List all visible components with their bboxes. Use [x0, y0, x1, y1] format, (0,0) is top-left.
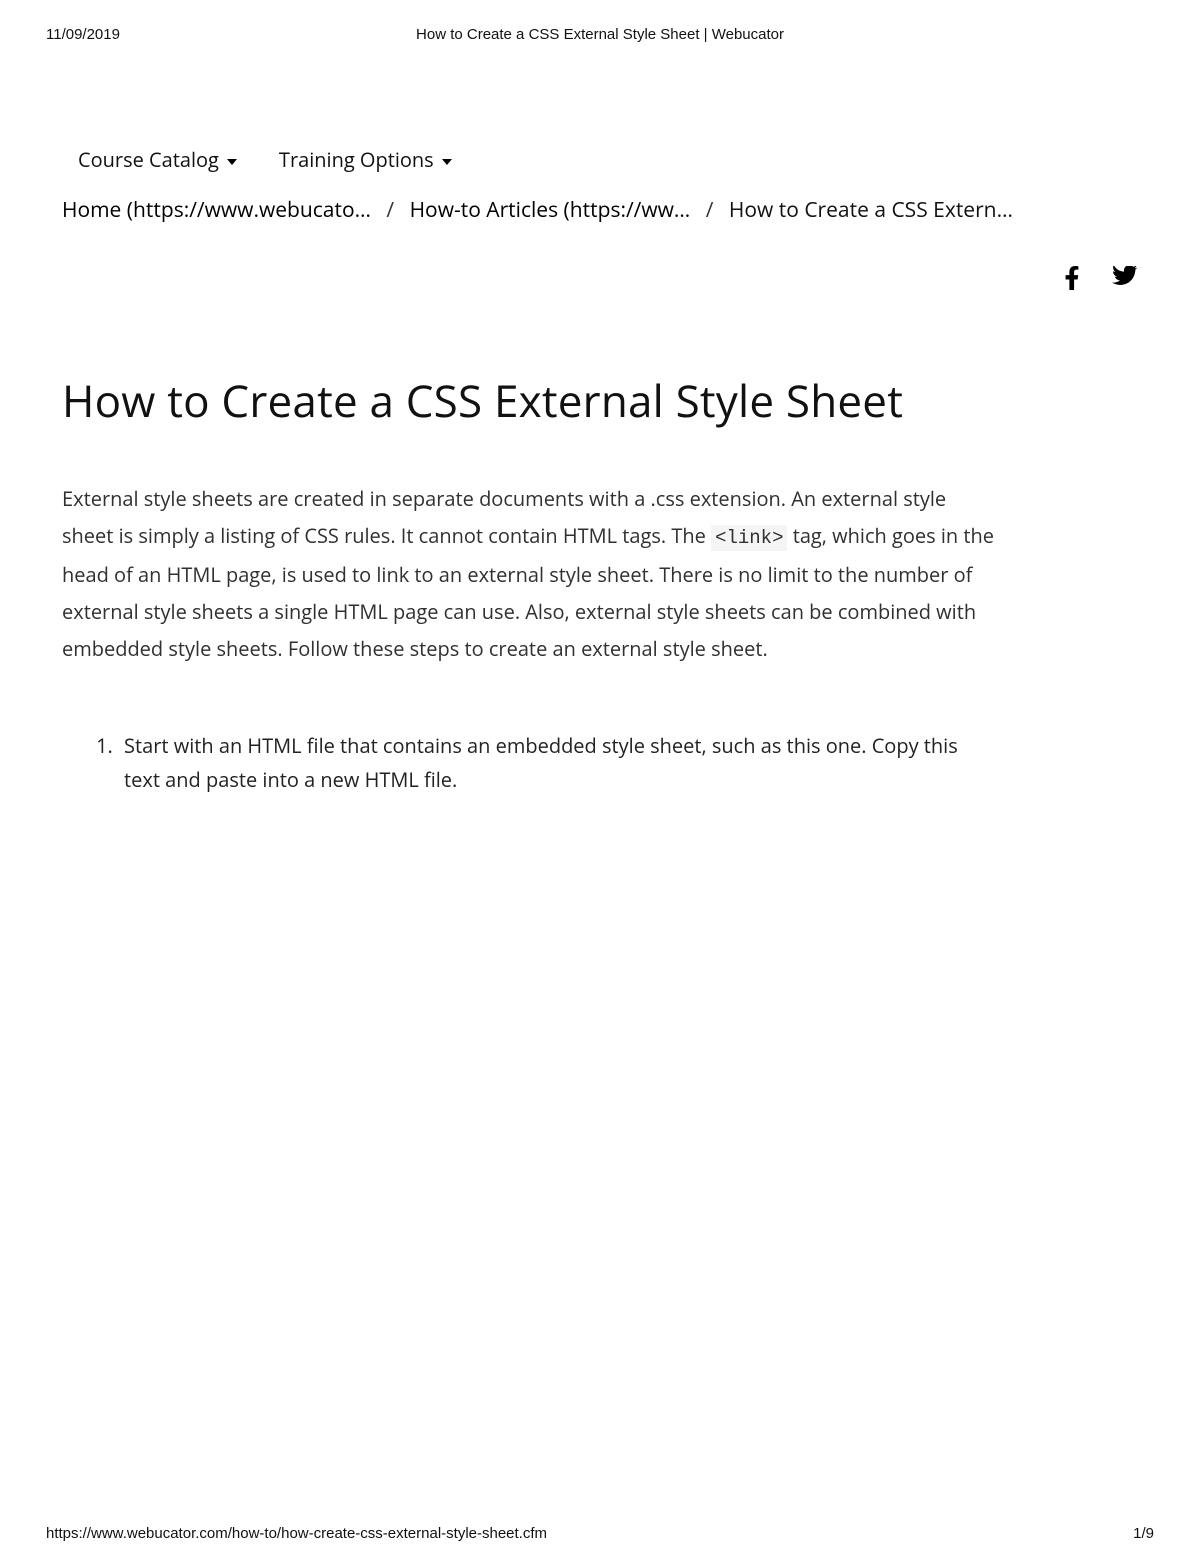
caret-down-icon [442, 159, 452, 165]
social-share [1062, 266, 1138, 295]
breadcrumb-howto[interactable]: How-to Articles (https://ww… [410, 196, 691, 224]
nav-training-options-label: Training Options [279, 146, 434, 173]
intro-code-link-tag: <link> [711, 525, 787, 551]
nav-course-catalog[interactable]: Course Catalog [78, 146, 237, 173]
caret-down-icon [227, 159, 237, 165]
print-page-indicator: 1/9 [1133, 1525, 1154, 1542]
breadcrumb-home[interactable]: Home (https://www.webucato… [62, 196, 371, 224]
nav-course-catalog-label: Course Catalog [78, 146, 219, 173]
breadcrumb: Home (https://www.webucato… / How-to Art… [62, 196, 1138, 224]
breadcrumb-current: How to Create a CSS Extern… [729, 196, 1013, 224]
twitter-icon[interactable] [1112, 266, 1138, 295]
print-date: 11/09/2019 [46, 26, 120, 43]
breadcrumb-sep: / [386, 196, 394, 224]
steps-list: Start with an HTML file that contains an… [62, 729, 997, 797]
article: How to Create a CSS External Style Sheet… [62, 370, 997, 797]
main-nav: Course Catalog Training Options [78, 146, 452, 173]
nav-training-options[interactable]: Training Options [279, 146, 452, 173]
step-1: Start with an HTML file that contains an… [118, 729, 997, 797]
breadcrumb-sep: / [706, 196, 714, 224]
page-title: How to Create a CSS External Style Sheet [62, 370, 997, 430]
print-header-title: How to Create a CSS External Style Sheet… [0, 26, 1200, 43]
print-footer-url: https://www.webucator.com/how-to/how-cre… [46, 1525, 547, 1542]
facebook-icon[interactable] [1062, 266, 1082, 295]
intro-paragraph: External style sheets are created in sep… [62, 480, 997, 667]
